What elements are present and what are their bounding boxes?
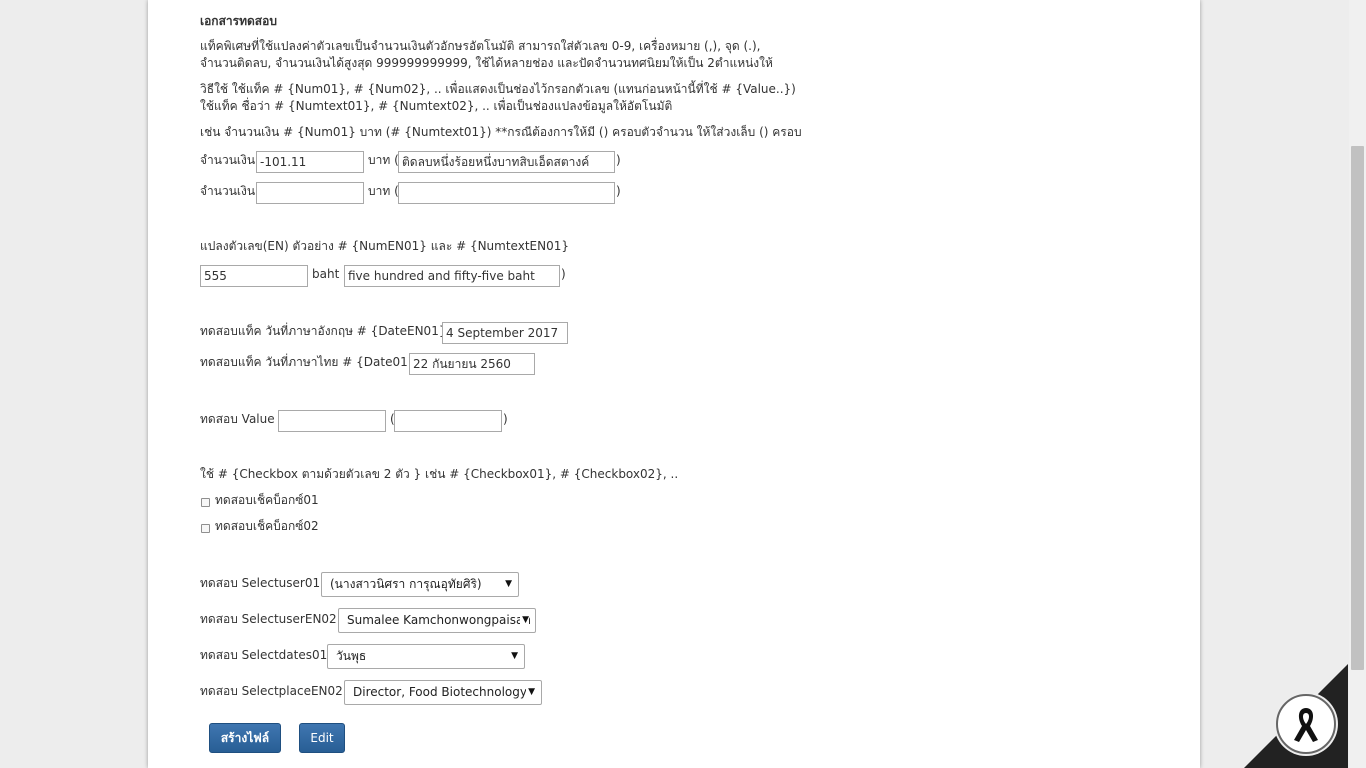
checkbox-heading: ใช้ # {Checkbox ตามด้วยตัวเลข 2 ตัว } เช… [200,467,679,481]
amount-unit: บาท ( [368,153,399,167]
en-number-input[interactable]: 555 [200,265,308,287]
amount-label: จำนวนเงิน [200,153,256,167]
date-th-label: ทดสอบแท็ค วันที่ภาษาไทย # {Date01} [200,355,416,369]
select-place-label: ทดสอบ SelectplaceEN02 [200,684,343,698]
date-en-label: ทดสอบแท็ค วันที่ภาษาอังกฤษ # {DateEN01} [200,324,447,338]
select-place-dropdown[interactable]: Director, Food Biotechnology ▼ [344,680,542,705]
document-title: เอกสารทดสอบ [200,14,277,28]
value-input-2[interactable] [394,410,502,432]
checkbox-01[interactable] [201,498,210,507]
amount-close-paren: ) [616,184,621,198]
select-user-en-value: Sumalee Kamchonwongpaisan [347,613,531,627]
select-user-en-dropdown[interactable]: Sumalee Kamchonwongpaisan ▼ [338,608,536,633]
checkbox-01-label: ทดสอบเช็คบ็อกซ์01 [215,493,319,507]
en-unit: baht ( [312,267,348,281]
amount-label: จำนวนเงิน [200,184,256,198]
chevron-down-icon: ▼ [503,573,512,596]
select-dates-dropdown[interactable]: วันพุธ ▼ [327,644,525,669]
checkbox-02-label: ทดสอบเช็คบ็อกซ์02 [215,519,319,533]
usage-line-2: ใช้แท็ค ชื่อว่า # {Numtext01}, # {Numtex… [200,99,673,113]
edit-button[interactable]: Edit [299,723,345,753]
amount-text-input[interactable] [398,182,615,204]
en-section-heading: แปลงตัวเลข(EN) ตัวอย่าง # {NumEN01} และ … [200,239,569,253]
amount-number-input[interactable] [256,182,364,204]
scrollbar-thumb[interactable] [1351,146,1364,670]
select-user-label: ทดสอบ Selectuser01 [200,576,321,590]
value-input-1[interactable] [278,410,386,432]
chevron-down-icon: ▼ [520,609,529,632]
checkbox-02[interactable] [201,524,210,533]
select-user-en-label: ทดสอบ SelectuserEN02 [200,612,337,626]
intro-line-2: จำนวนติดลบ, จำนวนเงินได้สูงสุด 999999999… [200,56,773,70]
mourning-ribbon-icon [1276,694,1336,754]
chevron-down-icon: ▼ [526,681,535,704]
amount-close-paren: ) [616,153,621,167]
value-close-paren: ) [503,412,508,426]
chevron-down-icon: ▼ [509,645,518,668]
select-user-dropdown[interactable]: (นางสาวนิศรา การุณอุทัยศิริ) ▼ [321,572,519,597]
value-label: ทดสอบ Value [200,412,275,426]
select-dates-label: ทดสอบ Selectdates01 [200,648,328,662]
en-close-paren: ) [561,267,566,281]
select-user-value: (นางสาวนิศรา การุณอุทัยศิริ) [330,577,482,591]
create-file-button[interactable]: สร้างไฟล์ [209,723,281,753]
intro-line-1: แท็คพิเศษที่ใช้แปลงค่าตัวเลขเป็นจำนวนเงิ… [200,39,761,53]
en-text-input[interactable]: five hundred and fifty-five baht [344,265,560,287]
usage-line-1: วิธีใช้ ใช้แท็ค # {Num01}, # {Num02}, ..… [200,82,796,96]
example-line: เช่น จำนวนเงิน # {Num01} บาท (# {Numtext… [200,125,802,139]
amount-unit: บาท ( [368,184,399,198]
date-th-input[interactable]: 22 กันยายน 2560 [409,353,535,375]
amount-number-input[interactable]: -101.11 [256,151,364,173]
amount-text-input[interactable]: ติดลบหนึ่งร้อยหนึ่งบาทสิบเอ็ดสตางค์ [398,151,615,173]
select-dates-value: วันพุธ [336,649,367,663]
date-en-input[interactable]: 4 September 2017 [442,322,568,344]
select-place-value: Director, Food Biotechnology [353,685,527,699]
